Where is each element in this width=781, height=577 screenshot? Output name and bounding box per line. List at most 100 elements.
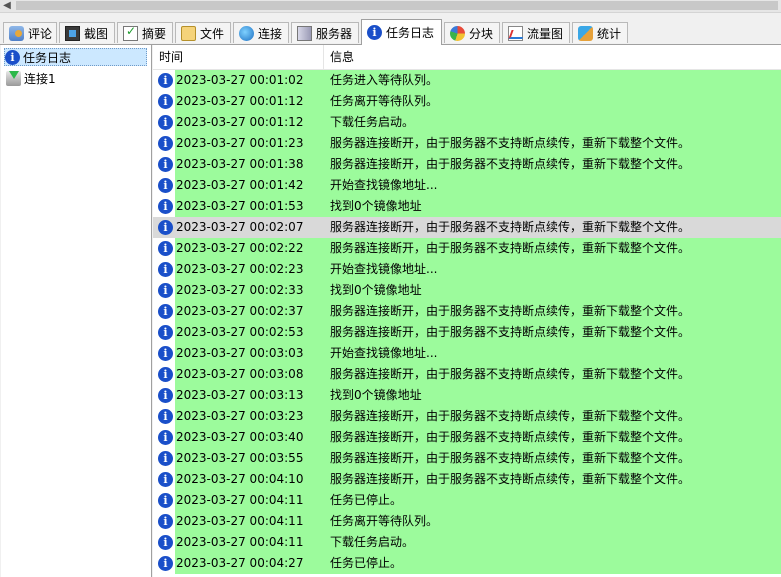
info-icon: i xyxy=(158,388,173,403)
info-icon: i xyxy=(158,178,173,193)
cell-message: 开始查找镜像地址... xyxy=(324,343,781,364)
cell-message: 任务离开等待队列。 xyxy=(324,511,781,532)
table-row[interactable]: i 2023-03-27 00:02:53 服务器连接断开，由于服务器不支持断点续传… xyxy=(153,322,781,343)
tab-file[interactable]: 文件 xyxy=(175,22,231,43)
cell-time: 2023-03-27 00:02:22 xyxy=(175,238,324,259)
table-row[interactable]: i 2023-03-27 00:03:03 开始查找镜像地址... xyxy=(153,343,781,364)
tab-flowchart[interactable]: 流量图 xyxy=(502,22,570,43)
info-icon: i xyxy=(158,157,173,172)
table-row[interactable]: i 2023-03-27 00:03:40 服务器连接断开，由于服务器不支持断点续传… xyxy=(153,427,781,448)
table-row[interactable]: i 2023-03-27 00:03:08 服务器连接断开，由于服务器不支持断点续传… xyxy=(153,364,781,385)
tab-server[interactable]: 服务器 xyxy=(291,22,359,43)
cell-time: 2023-03-27 00:02:37 xyxy=(175,301,324,322)
cell-message: 任务离开等待队列。 xyxy=(324,91,781,112)
cell-time: 2023-03-27 00:01:12 xyxy=(175,112,324,133)
table-row[interactable]: i 2023-03-27 00:04:11 任务离开等待队列。 xyxy=(153,511,781,532)
cell-time: 2023-03-27 00:03:40 xyxy=(175,427,324,448)
cell-message: 服务器连接断开，由于服务器不支持断点续传，重新下载整个文件。 xyxy=(324,448,781,469)
tree-item-connection-1[interactable]: 连接1 xyxy=(6,69,60,87)
task-log-icon: i xyxy=(367,25,382,40)
column-header-message[interactable]: 信息 xyxy=(324,45,781,69)
cell-time: 2023-03-27 00:02:07 xyxy=(175,217,324,238)
cell-message: 服务器连接断开，由于服务器不支持断点续传，重新下载整个文件。 xyxy=(324,427,781,448)
comment-icon xyxy=(9,25,24,41)
cell-time: 2023-03-27 00:04:11 xyxy=(175,532,324,553)
cell-time: 2023-03-27 00:04:27 xyxy=(175,553,324,574)
table-row[interactable]: i 2023-03-27 00:03:23 服务器连接断开，由于服务器不支持断点续传… xyxy=(153,406,781,427)
cell-time: 2023-03-27 00:03:55 xyxy=(175,448,324,469)
info-icon: i xyxy=(158,136,173,151)
info-icon: i xyxy=(5,49,20,65)
screenshot-icon xyxy=(65,25,80,41)
table-row[interactable]: i 2023-03-27 00:04:11 下载任务启动。 xyxy=(153,532,781,553)
table-row[interactable]: i 2023-03-27 00:02:07 服务器连接断开，由于服务器不支持断点续传… xyxy=(153,217,781,238)
scroll-left-arrow-icon[interactable]: ◀ xyxy=(0,0,14,12)
cell-time: 2023-03-27 00:04:10 xyxy=(175,469,324,490)
tab-label: 评论 xyxy=(28,26,53,41)
tab-stats[interactable]: 统计 xyxy=(572,22,628,43)
tab-label: 文件 xyxy=(200,26,225,41)
cell-time: 2023-03-27 00:01:42 xyxy=(175,175,324,196)
tab-summary[interactable]: 摘要 xyxy=(117,22,173,43)
cell-message: 服务器连接断开，由于服务器不支持断点续传，重新下载整个文件。 xyxy=(324,133,781,154)
info-icon: i xyxy=(158,199,173,214)
cell-time: 2023-03-27 00:01:12 xyxy=(175,91,324,112)
table-row[interactable]: i 2023-03-27 00:03:55 服务器连接断开，由于服务器不支持断点续传… xyxy=(153,448,781,469)
tab-connection[interactable]: 连接 xyxy=(233,22,289,43)
summary-icon xyxy=(123,24,138,41)
table-row[interactable]: i 2023-03-27 00:02:37 服务器连接断开，由于服务器不支持断点续传… xyxy=(153,301,781,322)
cell-time: 2023-03-27 00:03:13 xyxy=(175,385,324,406)
info-icon: i xyxy=(158,514,173,529)
table-row[interactable]: i 2023-03-27 00:01:53 找到0个镜像地址 xyxy=(153,196,781,217)
tab-label: 分块 xyxy=(469,26,494,41)
tab-label: 连接 xyxy=(258,26,283,41)
tab-task-log[interactable]: i 任务日志 xyxy=(361,19,442,45)
info-icon: i xyxy=(158,304,173,319)
block-icon xyxy=(450,25,465,41)
tab-comment[interactable]: 评论 xyxy=(3,22,57,43)
scrollbar-thumb[interactable] xyxy=(16,1,778,10)
tree-item-label: 任务日志 xyxy=(23,50,72,65)
connection-node-icon xyxy=(6,70,21,86)
column-header-time[interactable]: 时间 xyxy=(153,45,324,69)
table-row[interactable]: i 2023-03-27 00:02:22 服务器连接断开，由于服务器不支持断点续传… xyxy=(153,238,781,259)
table-header: 时间 信息 xyxy=(153,45,781,70)
table-row[interactable]: i 2023-03-27 00:01:12 任务离开等待队列。 xyxy=(153,91,781,112)
cell-time: 2023-03-27 00:04:11 xyxy=(175,490,324,511)
table-row[interactable]: i 2023-03-27 00:01:02 任务进入等待队列。 xyxy=(153,70,781,91)
tab-label: 摘要 xyxy=(142,26,167,41)
table-row[interactable]: i 2023-03-27 00:04:10 服务器连接断开，由于服务器不支持断点续传… xyxy=(153,469,781,490)
stats-icon xyxy=(578,25,593,41)
top-scrollbar[interactable]: ◀ xyxy=(0,0,781,13)
tab-label: 服务器 xyxy=(316,26,353,41)
cell-message: 下载任务启动。 xyxy=(324,112,781,133)
cell-time: 2023-03-27 00:01:02 xyxy=(175,70,324,91)
tree-item-task-log[interactable]: i 任务日志 xyxy=(4,48,147,66)
info-icon: i xyxy=(158,346,173,361)
info-icon: i xyxy=(158,94,173,109)
table-row[interactable]: i 2023-03-27 00:01:38 服务器连接断开，由于服务器不支持断点续传… xyxy=(153,154,781,175)
cell-message: 开始查找镜像地址... xyxy=(324,259,781,280)
table-row[interactable]: i 2023-03-27 00:02:23 开始查找镜像地址... xyxy=(153,259,781,280)
server-icon xyxy=(297,25,312,41)
cell-message: 任务已停止。 xyxy=(324,490,781,511)
table-row[interactable]: i 2023-03-27 00:01:12 下载任务启动。 xyxy=(153,112,781,133)
flowchart-icon xyxy=(508,25,523,41)
tab-screenshot[interactable]: 截图 xyxy=(59,22,115,43)
info-icon: i xyxy=(158,430,173,445)
table-row[interactable]: i 2023-03-27 00:02:33 找到0个镜像地址 xyxy=(153,280,781,301)
tab-block[interactable]: 分块 xyxy=(444,22,500,43)
table-row[interactable]: i 2023-03-27 00:01:42 开始查找镜像地址... xyxy=(153,175,781,196)
info-icon: i xyxy=(158,472,173,487)
connection-icon xyxy=(239,25,254,41)
info-icon: i xyxy=(158,367,173,382)
cell-time: 2023-03-27 00:03:23 xyxy=(175,406,324,427)
cell-message: 服务器连接断开，由于服务器不支持断点续传，重新下载整个文件。 xyxy=(324,154,781,175)
cell-message: 找到0个镜像地址 xyxy=(324,385,781,406)
cell-message: 服务器连接断开，由于服务器不支持断点续传，重新下载整个文件。 xyxy=(324,364,781,385)
table-row[interactable]: i 2023-03-27 00:04:27 任务已停止。 xyxy=(153,553,781,574)
table-row[interactable]: i 2023-03-27 00:01:23 服务器连接断开，由于服务器不支持断点续传… xyxy=(153,133,781,154)
table-row[interactable]: i 2023-03-27 00:03:13 找到0个镜像地址 xyxy=(153,385,781,406)
table-row[interactable]: i 2023-03-27 00:04:11 任务已停止。 xyxy=(153,490,781,511)
cell-message: 服务器连接断开，由于服务器不支持断点续传，重新下载整个文件。 xyxy=(324,469,781,490)
